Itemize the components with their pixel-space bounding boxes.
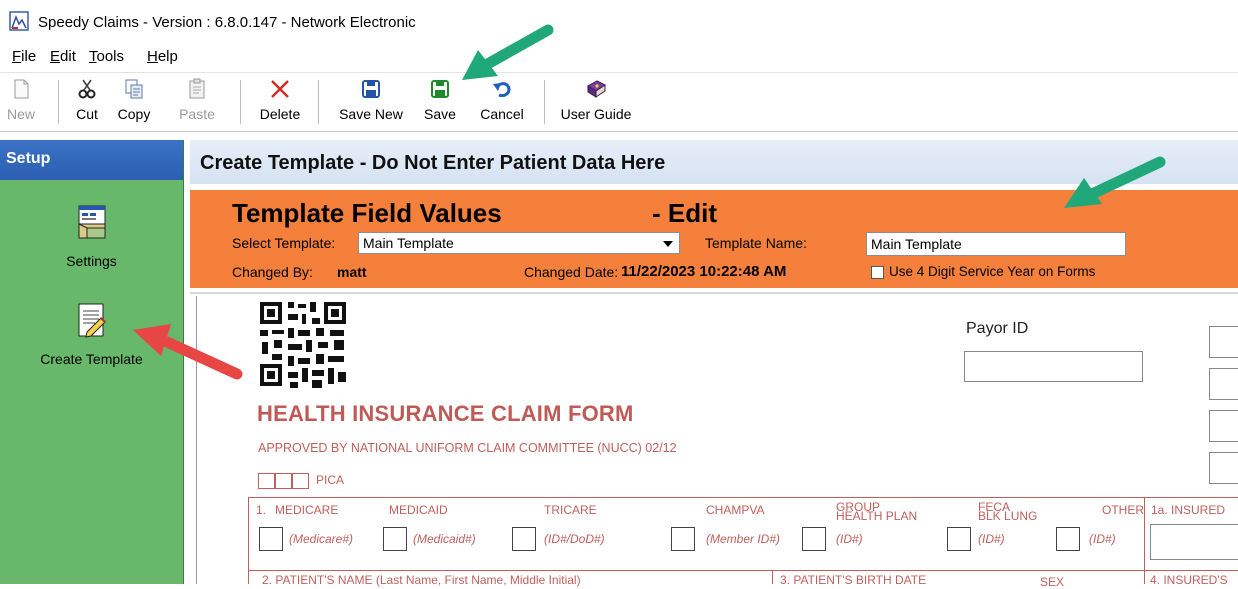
- floppy-disk-green-icon: [431, 80, 449, 98]
- copy-icon: [125, 79, 143, 99]
- template-name-label: Template Name:: [705, 235, 807, 251]
- window-title: Speedy Claims - Version : 6.8.0.147 - Ne…: [38, 14, 416, 31]
- changed-by-label: Changed By:: [232, 264, 313, 280]
- insured-name-label: 4. INSURED'S: [1150, 573, 1228, 587]
- new-button[interactable]: New: [4, 78, 38, 122]
- group-health-plan-checkbox[interactable]: [802, 527, 826, 551]
- medicaid-checkbox[interactable]: [383, 527, 407, 551]
- sex-label: SEX: [1040, 575, 1065, 589]
- insured-id-field[interactable]: [1150, 524, 1238, 560]
- menu-edit[interactable]: Edit: [50, 48, 76, 65]
- toolbar-separator: [240, 80, 241, 124]
- template-pencil-icon: [78, 303, 106, 338]
- floppy-disk-blue-icon: [362, 80, 380, 98]
- undo-arrow-icon: [493, 82, 511, 98]
- header-field[interactable]: [1209, 410, 1238, 442]
- scissors-icon: [78, 79, 96, 99]
- patient-birth-date-label: 3. PATIENT'S BIRTH DATE: [780, 573, 927, 587]
- payor-id-label: Payor ID: [966, 320, 1029, 337]
- other-checkbox[interactable]: [1056, 527, 1080, 551]
- menu-file[interactable]: File: [12, 48, 36, 65]
- paste-button[interactable]: Paste: [176, 78, 218, 122]
- medicare-checkbox[interactable]: [259, 527, 283, 551]
- pica-label: PICA: [316, 473, 345, 487]
- insured-id-label: 1a. INSURED: [1151, 503, 1226, 517]
- form-row-divider: [248, 570, 1238, 571]
- tricare-checkbox[interactable]: [512, 527, 536, 551]
- user-guide-button[interactable]: User Guide: [552, 78, 640, 122]
- group-health-plan-label: GROUP HEALTH PLAN: [836, 500, 918, 523]
- sidebar-header: Setup: [0, 140, 183, 180]
- clipboard-icon: [189, 78, 205, 99]
- medicaid-label: MEDICAID: [389, 503, 448, 517]
- panel-title: Template Field Values: [232, 198, 502, 228]
- toolbar-separator: [318, 80, 319, 124]
- changed-by-value: matt: [337, 264, 367, 280]
- tricare-label: TRICARE: [544, 503, 597, 517]
- pica-box: [275, 473, 292, 489]
- payor-id-field[interactable]: [964, 351, 1143, 382]
- feca-blk-lung-id-hint: (ID#): [978, 532, 1005, 546]
- template-name-field[interactable]: Main Template: [866, 232, 1126, 256]
- patient-name-label: 2. PATIENT'S NAME (Last Name, First Name…: [262, 573, 581, 587]
- medicare-label: MEDICARE: [275, 503, 339, 517]
- group-health-plan-id-hint: (ID#): [836, 532, 863, 546]
- book-icon: [587, 80, 606, 98]
- use-4-digit-year-checkbox[interactable]: [871, 266, 884, 279]
- menu-tools[interactable]: Tools: [89, 48, 124, 65]
- use-4-digit-year-label: Use 4 Digit Service Year on Forms: [889, 264, 1096, 279]
- new-document-icon: [14, 79, 29, 99]
- medicaid-id-hint: (Medicaid#): [413, 532, 476, 546]
- champva-checkbox[interactable]: [671, 527, 695, 551]
- row1-number: 1.: [256, 503, 267, 517]
- feca-blk-lung-checkbox[interactable]: [947, 527, 971, 551]
- save-new-button[interactable]: Save New: [330, 78, 412, 122]
- form-row-divider: [248, 497, 1238, 498]
- form-column-divider: [772, 570, 773, 584]
- header-field[interactable]: [1209, 452, 1238, 484]
- cut-button[interactable]: Cut: [70, 78, 104, 122]
- cancel-button[interactable]: Cancel: [474, 78, 530, 122]
- settings-window-icon: [78, 205, 105, 239]
- delete-x-icon: [271, 80, 289, 98]
- menu-bar: [0, 44, 1238, 70]
- pica-box: [258, 473, 275, 489]
- champva-id-hint: (Member ID#): [706, 532, 781, 546]
- header-field[interactable]: [1209, 326, 1238, 358]
- tricare-id-hint: (ID#/DoD#): [544, 532, 605, 546]
- menu-help[interactable]: Help: [147, 48, 178, 65]
- feca-blk-lung-label: FECA BLK LUNG: [978, 500, 1038, 523]
- form-title: HEALTH INSURANCE CLAIM FORM: [257, 401, 634, 426]
- delete-button[interactable]: Delete: [254, 78, 306, 122]
- header-field[interactable]: [1209, 368, 1238, 400]
- panel-mode: - Edit: [652, 198, 717, 228]
- save-button[interactable]: Save: [420, 78, 460, 122]
- sidebar-item-settings[interactable]: Settings: [0, 204, 183, 269]
- toolbar-separator: [58, 80, 59, 124]
- other-label: OTHER: [1102, 503, 1144, 517]
- copy-button[interactable]: Copy: [112, 78, 156, 122]
- form-approval-note: APPROVED BY NATIONAL UNIFORM CLAIM COMMI…: [258, 441, 677, 455]
- changed-date-value: 11/22/2023 10:22:48 AM: [621, 263, 787, 280]
- select-template-label: Select Template:: [232, 235, 336, 251]
- chevron-down-icon: [663, 241, 673, 247]
- page-title: Create Template - Do Not Enter Patient D…: [200, 152, 666, 174]
- sidebar-item-create-template[interactable]: Create Template: [0, 302, 183, 367]
- page-header: Create Template - Do Not Enter Patient D…: [190, 140, 1238, 184]
- toolbar-separator: [544, 80, 545, 124]
- other-id-hint: (ID#): [1089, 532, 1116, 546]
- select-template-dropdown[interactable]: Main Template: [358, 232, 680, 254]
- champva-label: CHAMPVA: [706, 503, 765, 517]
- pica-box: [292, 473, 309, 489]
- form-column-divider: [1144, 497, 1145, 584]
- form-left-border: [248, 497, 249, 584]
- medicare-id-hint: (Medicare#): [289, 532, 354, 546]
- qr-code-icon: [258, 300, 350, 390]
- changed-date-label: Changed Date:: [524, 264, 619, 280]
- app-icon: [9, 11, 29, 31]
